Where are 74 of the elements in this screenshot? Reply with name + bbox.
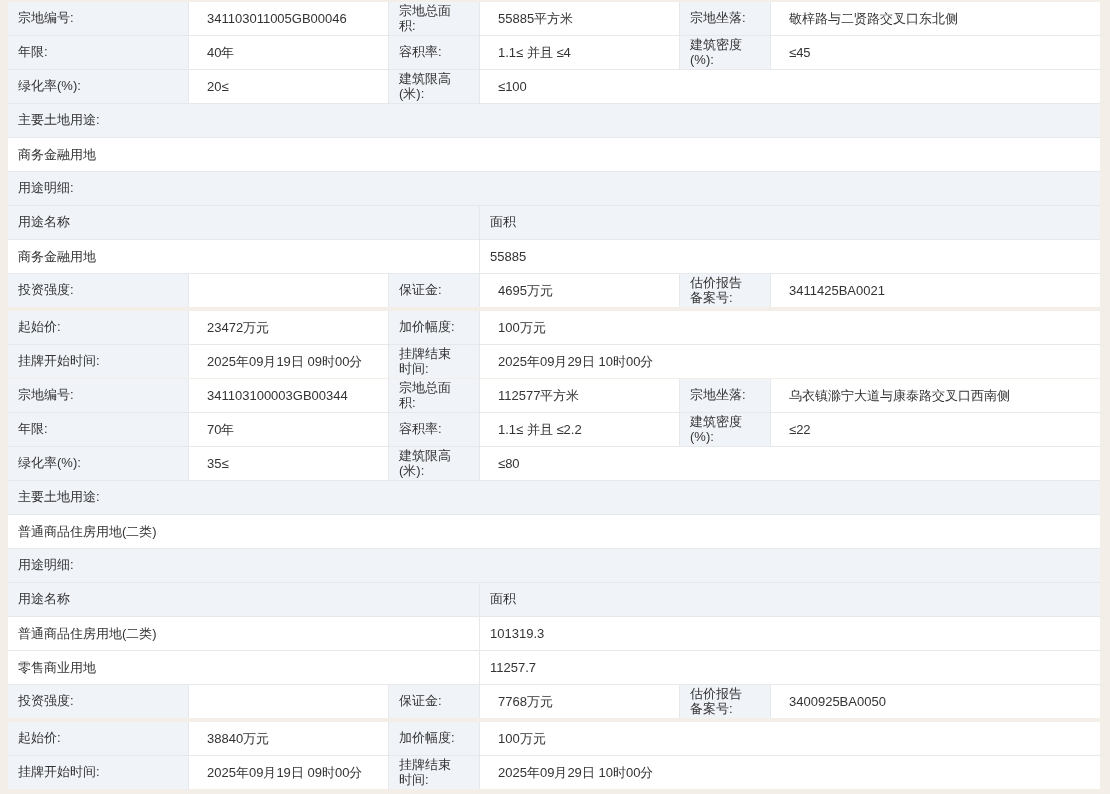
- field-value: 乌衣镇滁宁大道与康泰路交叉口西南侧: [771, 379, 1100, 412]
- section-label: 用途明细:: [8, 549, 1100, 582]
- column-header: 用途名称: [8, 206, 479, 239]
- field-value: 3400925BA0050: [771, 685, 1100, 718]
- field-value: 341103100003GB00344: [189, 379, 388, 412]
- field-value: 2025年09月19日 09时00分: [189, 756, 388, 789]
- field-label: 挂牌开始时间:: [8, 345, 188, 378]
- field-value: ≤22: [771, 413, 1100, 446]
- field-value: 敬梓路与二贤路交叉口东北侧: [771, 2, 1100, 35]
- field-label: 宗地总面积:: [389, 379, 479, 412]
- field-label: 容积率:: [389, 36, 479, 69]
- field-value: 4695万元: [480, 274, 679, 307]
- field-label: 挂牌开始时间:: [8, 756, 188, 789]
- field-label: 建筑密度(%):: [680, 36, 770, 69]
- field-value: 1.1≤ 并且 ≤4: [480, 36, 679, 69]
- field-value: 38840万元: [189, 722, 388, 755]
- field-value: ≤45: [771, 36, 1100, 69]
- field-label: 起始价:: [8, 722, 188, 755]
- column-header: 面积: [480, 583, 1100, 616]
- field-label: 绿化率(%):: [8, 447, 188, 480]
- field-label: 容积率:: [389, 413, 479, 446]
- field-value: 7768万元: [480, 685, 679, 718]
- field-label: 挂牌结束时间:: [389, 345, 479, 378]
- field-label: 年限:: [8, 36, 188, 69]
- field-label: 加价幅度:: [389, 722, 479, 755]
- table-cell: 零售商业用地: [8, 651, 479, 684]
- field-value: 1.1≤ 并且 ≤2.2: [480, 413, 679, 446]
- field-label: 宗地坐落:: [680, 2, 770, 35]
- table-cell: 101319.3: [480, 617, 1100, 650]
- field-value: 3411425BA0021: [771, 274, 1100, 307]
- field-value: ≤100: [480, 70, 1100, 103]
- field-value: 100万元: [480, 722, 1100, 755]
- field-label: 建筑限高(米):: [389, 70, 479, 103]
- field-value: 70年: [189, 413, 388, 446]
- column-header: 面积: [480, 206, 1100, 239]
- field-label: 挂牌结束时间:: [389, 756, 479, 789]
- table-cell: 11257.7: [480, 651, 1100, 684]
- field-label: 保证金:: [389, 685, 479, 718]
- field-label: 宗地总面积:: [389, 2, 479, 35]
- field-label: 估价报告备案号:: [680, 685, 770, 718]
- field-label: 建筑密度(%):: [680, 413, 770, 446]
- table-cell: 商务金融用地: [8, 240, 479, 273]
- field-value: 40年: [189, 36, 388, 69]
- field-label: 起始价:: [8, 311, 188, 344]
- field-value: 23472万元: [189, 311, 388, 344]
- field-label: 投资强度:: [8, 274, 188, 307]
- field-value: 55885平方米: [480, 2, 679, 35]
- field-value: 35≤: [189, 447, 388, 480]
- section-label: 主要土地用途:: [8, 104, 1100, 137]
- field-value: 普通商品住房用地(二类): [8, 515, 1100, 548]
- field-label: 宗地编号:: [8, 379, 188, 412]
- field-label: 投资强度:: [8, 685, 188, 718]
- field-label: 宗地坐落:: [680, 379, 770, 412]
- field-label: 加价幅度:: [389, 311, 479, 344]
- field-label: 估价报告备案号:: [680, 274, 770, 307]
- field-value: 2025年09月29日 10时00分: [480, 345, 1100, 378]
- field-label: 宗地编号:: [8, 2, 188, 35]
- column-header: 用途名称: [8, 583, 479, 616]
- field-value: 100万元: [480, 311, 1100, 344]
- section-label: 主要土地用途:: [8, 481, 1100, 514]
- section-label: 用途明细:: [8, 172, 1100, 205]
- field-value: ≤80: [480, 447, 1100, 480]
- field-value: 20≤: [189, 70, 388, 103]
- field-label: 绿化率(%):: [8, 70, 188, 103]
- field-value: 2025年09月19日 09时00分: [189, 345, 388, 378]
- field-label: 保证金:: [389, 274, 479, 307]
- field-value: 341103011005GB00046: [189, 2, 388, 35]
- field-value: 2025年09月29日 10时00分: [480, 756, 1100, 789]
- field-label: 建筑限高(米):: [389, 447, 479, 480]
- table-cell: 55885: [480, 240, 1100, 273]
- field-value: 112577平方米: [480, 379, 679, 412]
- field-value: 商务金融用地: [8, 138, 1100, 171]
- table-cell: 普通商品住房用地(二类): [8, 617, 479, 650]
- field-label: 年限:: [8, 413, 188, 446]
